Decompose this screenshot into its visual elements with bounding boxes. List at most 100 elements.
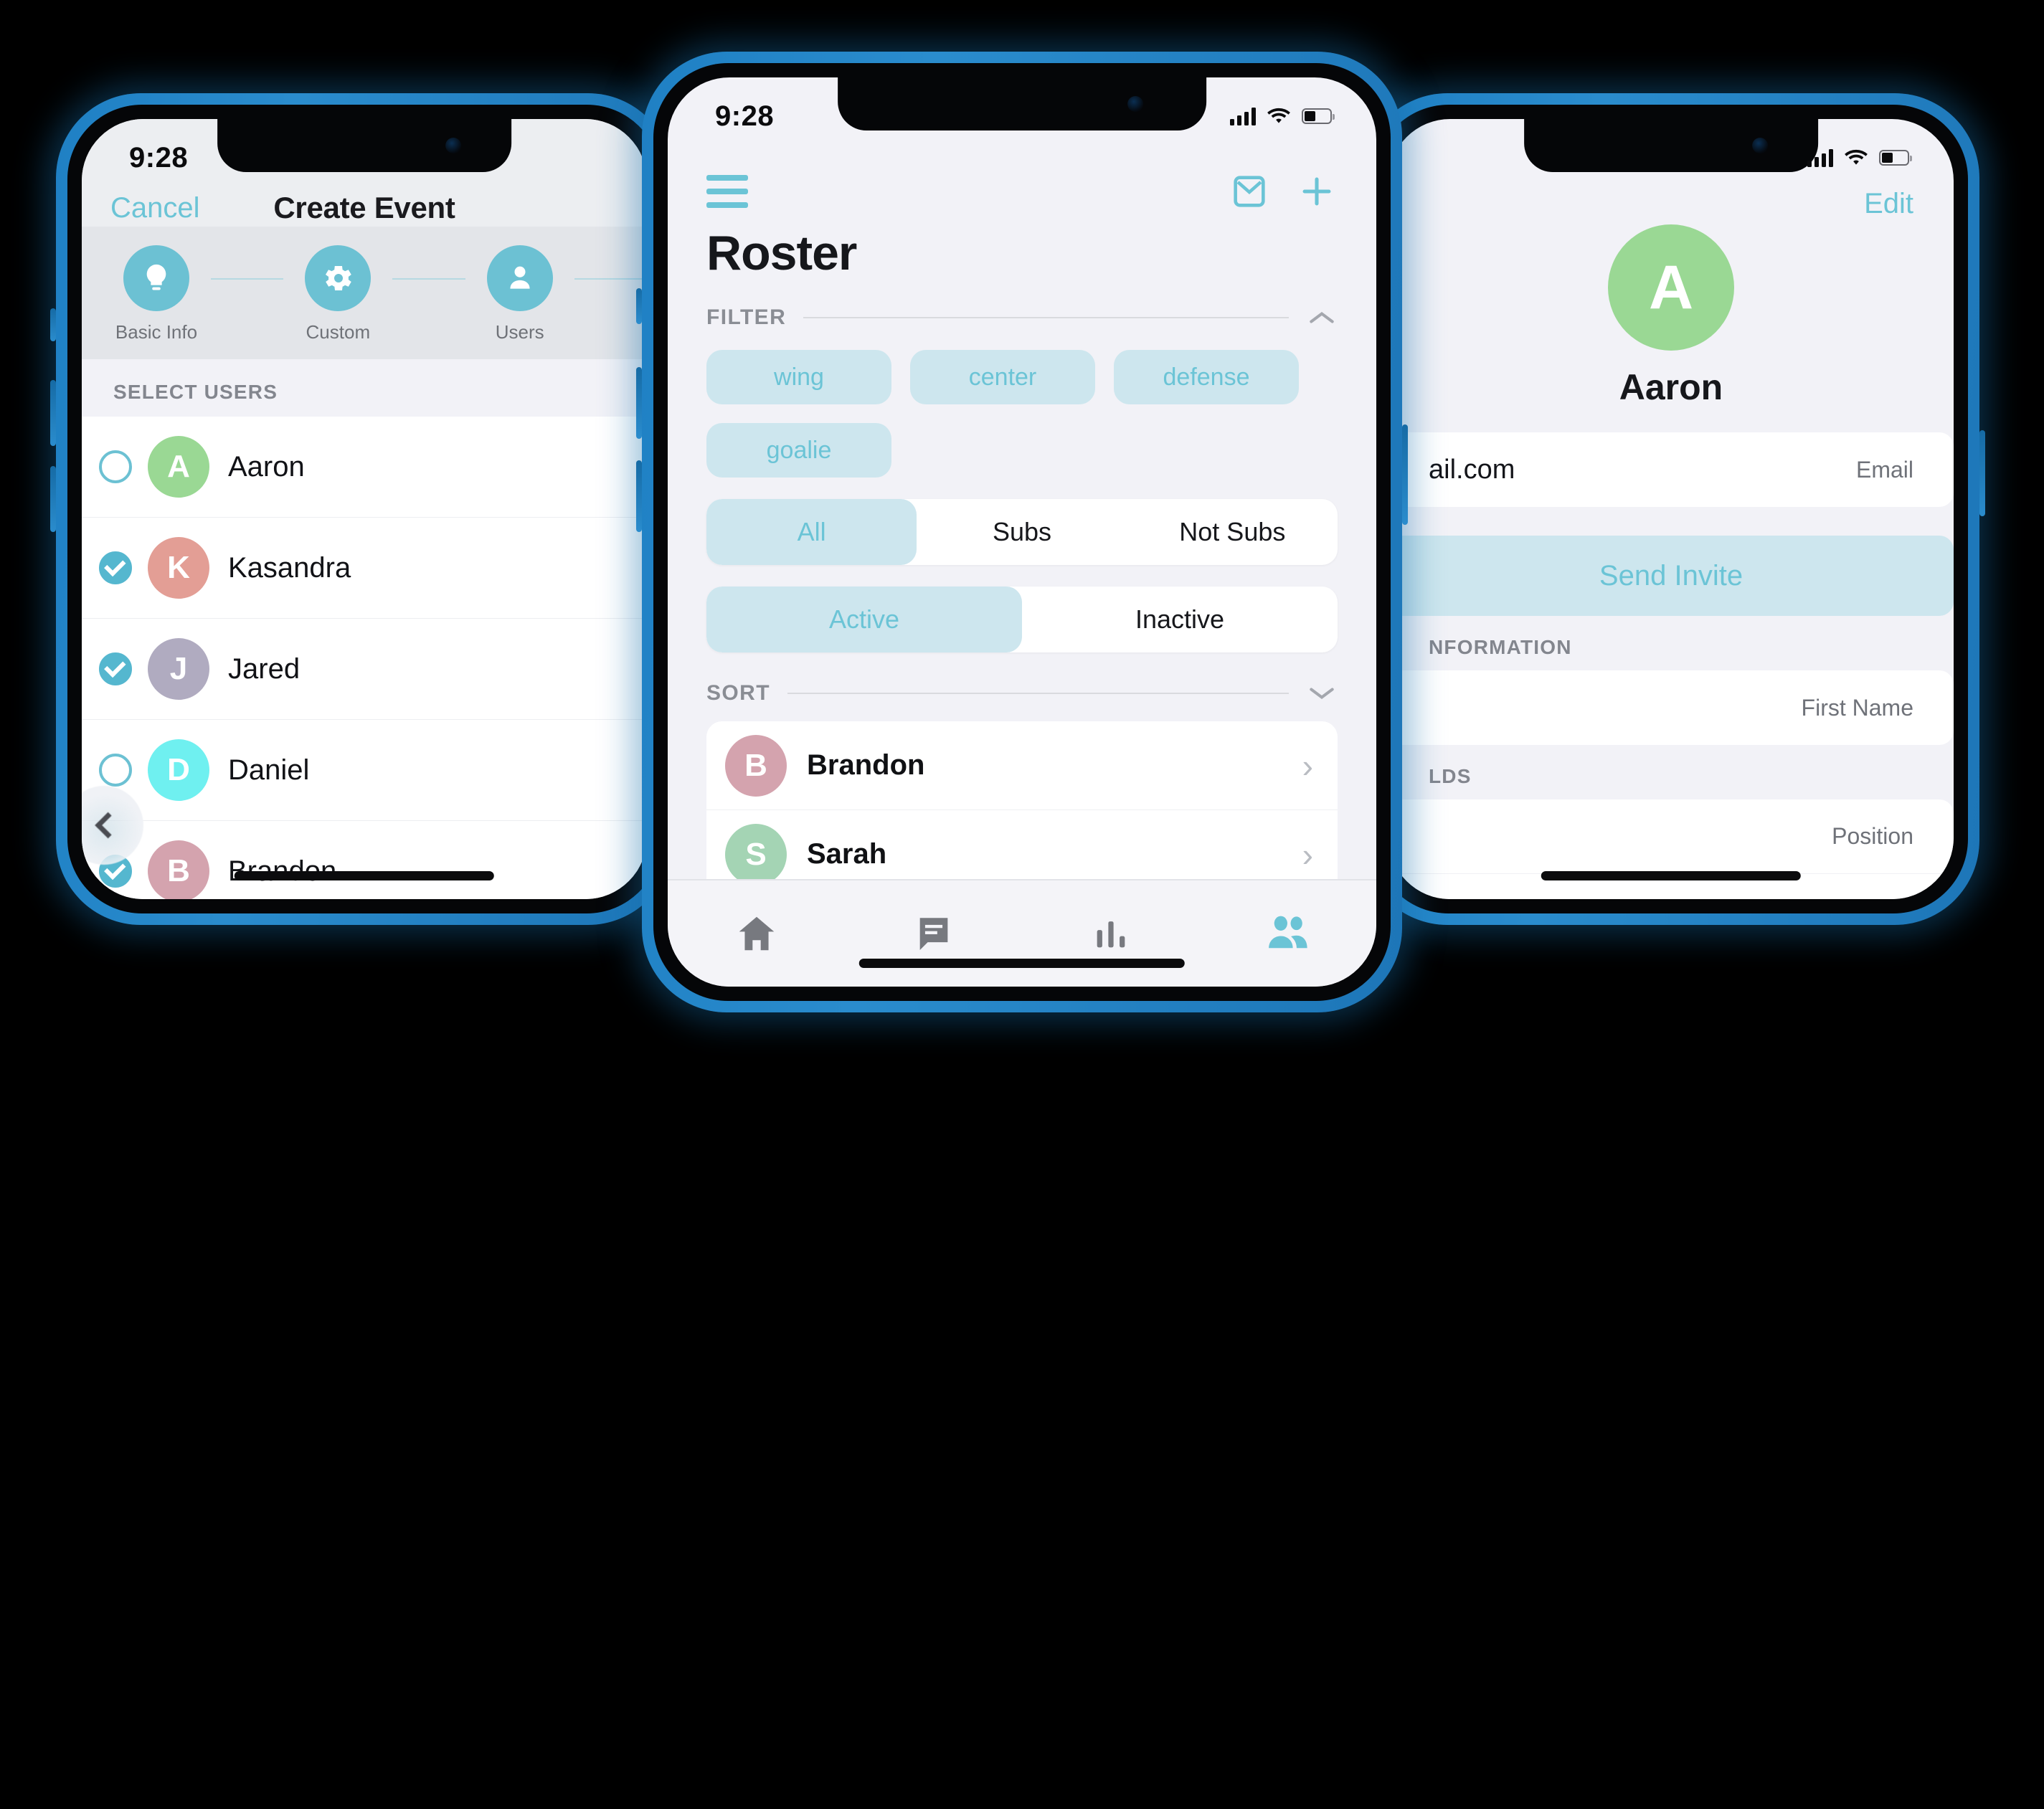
cellular-signal-icon <box>1230 107 1256 125</box>
checkbox-checked-icon[interactable] <box>99 551 132 584</box>
wifi-icon <box>1845 149 1868 165</box>
edit-button[interactable]: Edit <box>1864 188 1913 220</box>
tab-people[interactable] <box>1199 911 1376 956</box>
page-title: Roster <box>706 226 857 280</box>
chevron-right-icon: › <box>1302 835 1313 873</box>
chevron-down-icon[interactable] <box>1306 683 1338 704</box>
sort-label: SORT <box>706 681 770 705</box>
tab-home[interactable] <box>668 911 845 956</box>
profile-header: A Aaron <box>1388 220 1954 408</box>
roster-card: BBrandon›SSarah›JJake› <box>706 721 1338 879</box>
step-label: Custom <box>306 321 371 343</box>
filter-label: FILTER <box>706 305 787 329</box>
user-select-row[interactable]: J Jared <box>82 619 647 720</box>
status-bar-left: 9:28 <box>82 119 647 181</box>
field-row[interactable]: Position <box>1388 799 1954 874</box>
segment-option[interactable]: Not Subs <box>1127 499 1338 565</box>
field-label: Manager <box>1823 898 1913 899</box>
user-select-row[interactable]: A Aaron <box>82 417 647 518</box>
avatar: J <box>148 638 209 700</box>
create-event-stepper: Basic Info Custom Users <box>82 227 647 359</box>
power-button[interactable] <box>1979 430 1985 516</box>
avatar: S <box>725 823 787 879</box>
email-card: ail.com Email <box>1388 432 1954 507</box>
tab-stats[interactable] <box>1022 913 1199 954</box>
tab-chat[interactable] <box>845 913 1022 954</box>
user-select-row[interactable]: BBrandon <box>82 821 647 899</box>
filter-section-header[interactable]: FILTER <box>668 281 1376 330</box>
avatar: B <box>725 734 787 797</box>
filter-chip[interactable]: wing <box>706 350 891 404</box>
chevron-up-icon[interactable] <box>1306 307 1338 328</box>
step-connector <box>392 278 465 280</box>
subs-segmented-control: All Subs Not Subs <box>706 499 1338 565</box>
user-select-row[interactable]: K Kasandra <box>82 518 647 619</box>
lightbulb-icon <box>123 245 189 311</box>
wifi-icon <box>1267 108 1290 123</box>
checkbox-empty-icon[interactable] <box>99 754 132 787</box>
cellular-signal-icon <box>1807 148 1833 167</box>
checkbox-checked-icon[interactable] <box>99 652 132 685</box>
home-indicator <box>858 959 1186 968</box>
filter-chip[interactable]: center <box>910 350 1095 404</box>
filter-chips: wing center defense goalie <box>668 330 1376 478</box>
volume-down-button[interactable] <box>636 460 642 532</box>
email-label: Email <box>1855 456 1913 483</box>
checkbox-empty-icon[interactable] <box>99 450 132 483</box>
field-row[interactable]: First Name <box>1388 670 1954 745</box>
step-basic-info[interactable]: Basic Info <box>102 245 211 343</box>
battery-icon <box>1302 108 1335 124</box>
segment-option[interactable]: Subs <box>917 499 1127 565</box>
avatar: K <box>148 537 209 599</box>
email-value: ail.com <box>1429 454 1515 485</box>
send-invite-button[interactable]: Send Invite <box>1388 536 1954 616</box>
segment-option[interactable]: Inactive <box>1022 587 1338 652</box>
status-bar-right: 9:28 <box>1388 119 1954 181</box>
roster-name: Sarah <box>807 838 887 870</box>
volume-up-button[interactable] <box>636 367 642 439</box>
status-bar-center: 9:28 <box>668 77 1376 139</box>
select-users-header: SELECT USERS <box>82 359 647 417</box>
home-indicator <box>234 871 495 880</box>
chevron-left-icon <box>95 812 122 839</box>
email-row[interactable]: ail.com Email <box>1388 432 1954 507</box>
roster-row[interactable]: B Brandon › <box>706 721 1338 810</box>
step-label: Basic Info <box>115 321 198 343</box>
power-button[interactable] <box>1402 424 1408 525</box>
chat-icon <box>919 918 947 950</box>
user-name: Kasandra <box>228 551 351 584</box>
divider <box>803 317 1289 318</box>
user-name: Jared <box>228 652 301 685</box>
phone-center-roster: 9:28 Roster FILTER wing center defense g… <box>636 52 1408 1012</box>
roster-row[interactable]: S Sarah › <box>706 810 1338 879</box>
mute-switch[interactable] <box>50 308 56 341</box>
chevron-right-icon: › <box>1302 746 1313 784</box>
envelope-icon[interactable] <box>1229 171 1270 212</box>
segment-option[interactable]: All <box>706 499 917 565</box>
avatar: A <box>148 436 209 498</box>
hamburger-icon[interactable] <box>706 175 748 208</box>
information-card: First Name <box>1388 670 1954 745</box>
mute-switch[interactable] <box>636 288 642 324</box>
phone-right-user-detail: 9:28 Edit A Aaron <box>1363 93 1985 925</box>
filter-chip[interactable]: goalie <box>706 423 891 478</box>
segment-option[interactable]: Active <box>706 587 1022 652</box>
filter-chip[interactable]: defense <box>1114 350 1299 404</box>
volume-down-button[interactable] <box>50 466 56 532</box>
bottom-tab-bar <box>668 879 1376 987</box>
user-name: Daniel <box>228 754 310 786</box>
avatar: D <box>148 739 209 801</box>
step-connector <box>574 278 647 280</box>
volume-up-button[interactable] <box>50 380 56 446</box>
sort-section-header[interactable]: SORT <box>668 652 1376 706</box>
information-section-label: NFORMATION <box>1429 636 1572 658</box>
plus-icon[interactable] <box>1296 171 1338 212</box>
step-users[interactable]: Users <box>465 245 574 343</box>
user-select-row[interactable]: D Daniel <box>82 720 647 821</box>
roster-topbar <box>668 146 1376 212</box>
avatar: B <box>148 840 209 899</box>
step-label: Users <box>495 321 544 343</box>
fields-section-label: LDS <box>1429 765 1472 787</box>
battery-icon <box>1879 150 1912 166</box>
step-custom[interactable]: Custom <box>283 245 392 343</box>
